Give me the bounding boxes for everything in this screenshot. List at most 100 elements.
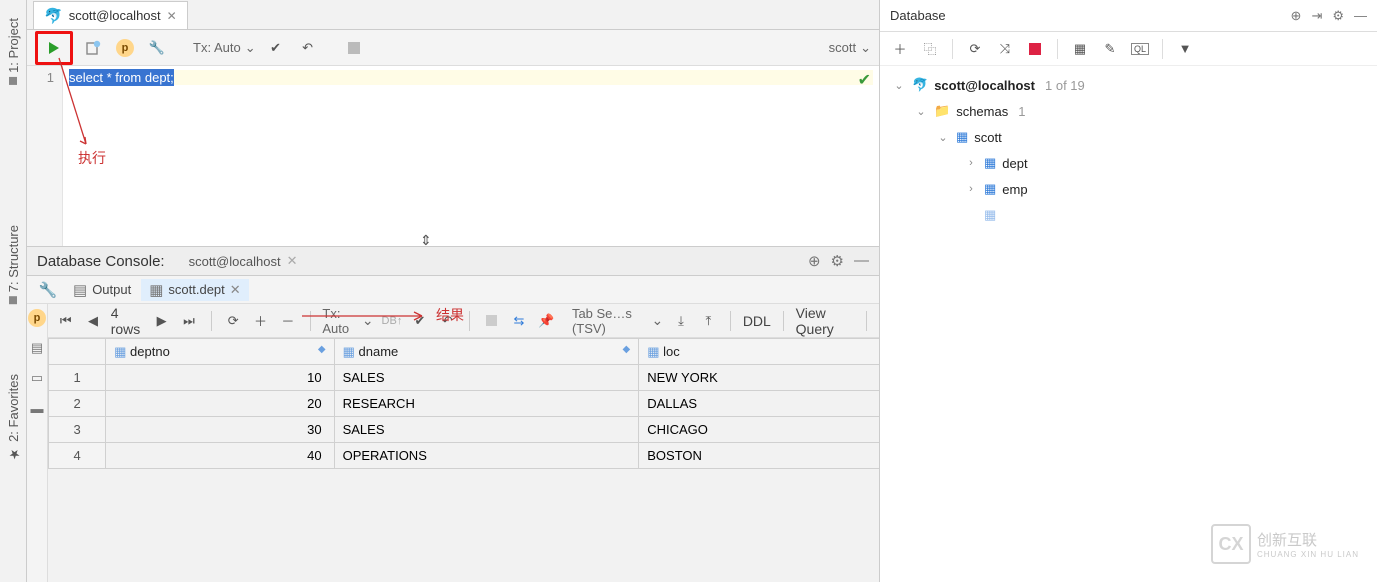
pin-icon[interactable]: ▬ <box>27 398 47 418</box>
rollback-button[interactable]: ↶ <box>296 36 320 60</box>
tree-table-dept[interactable]: ›▦ dept <box>884 150 1373 176</box>
hide-panel-icon[interactable]: — <box>854 252 869 270</box>
close-icon[interactable]: ✕ <box>230 282 241 298</box>
tree-schemas[interactable]: ⌄📁 schemas1 <box>884 98 1373 124</box>
refresh-button[interactable]: ⟳ <box>963 37 987 61</box>
tree-connection[interactable]: ⌄🐬 scott@localhost1 of 19 <box>884 72 1373 98</box>
console-button[interactable]: QL <box>1128 37 1152 61</box>
export-format-dropdown[interactable]: Tab Se…s (TSV) ⌄ <box>572 306 663 336</box>
tree-schema-scott[interactable]: ⌄▦ scott <box>884 124 1373 150</box>
settings-gear-icon[interactable]: ⚙ <box>1332 8 1344 24</box>
wrench-icon[interactable]: 🔧 <box>33 281 63 299</box>
database-panel-title: Database <box>890 8 946 23</box>
cell-loc[interactable]: BOSTON <box>639 443 906 469</box>
edit-button[interactable]: ✎ <box>1098 37 1122 61</box>
column-icon: ▦ <box>114 344 126 359</box>
next-page-button[interactable]: ▶ <box>152 309 171 333</box>
cell-dname[interactable]: RESEARCH <box>334 391 639 417</box>
settings-wrench-button[interactable]: 🔧 <box>145 36 169 60</box>
row-number: 3 <box>49 417 106 443</box>
cell-deptno[interactable]: 30 <box>106 417 334 443</box>
locate-icon[interactable]: ⊕ <box>808 252 821 270</box>
prev-page-button[interactable]: ◀ <box>83 309 102 333</box>
project-icon <box>9 77 17 85</box>
output-tab[interactable]: ▤Output <box>65 279 139 301</box>
cell-dname[interactable]: SALES <box>334 365 639 391</box>
table-view-button[interactable]: ▦ <box>1068 37 1092 61</box>
cell-loc[interactable]: CHICAGO <box>639 417 906 443</box>
watermark-logo-icon: CX <box>1211 524 1251 564</box>
sync-button[interactable]: ⤨ <box>993 37 1017 61</box>
database-tool-window: Database ⊕ ⇥ ⚙ — ＋ ⿻ ⟳ ⤨ ▦ ✎ QL ▼ ⌄🐬 sco… <box>879 0 1377 582</box>
remove-row-button[interactable]: － <box>278 309 297 333</box>
parameters-button[interactable]: p <box>27 308 47 328</box>
stop-button[interactable] <box>482 309 501 333</box>
editor-code[interactable]: select * from dept; ✔ <box>63 66 879 246</box>
close-icon[interactable]: ✕ <box>287 253 298 269</box>
console-connection-tab[interactable]: scott@localhost ✕ <box>179 251 308 271</box>
structure-tool-tab[interactable]: 7: Structure <box>6 225 21 304</box>
cell-deptno[interactable]: 10 <box>106 365 334 391</box>
filter-button[interactable]: ▼ <box>1173 37 1197 61</box>
parameters-button[interactable]: p <box>113 36 137 60</box>
commit-button[interactable]: ✔ <box>264 36 288 60</box>
hide-icon[interactable]: — <box>1354 8 1367 24</box>
ok-checkmark-icon: ✔ <box>858 70 871 90</box>
resize-handle-icon[interactable]: ⇕ <box>420 232 432 249</box>
layout-icon[interactable]: ▭ <box>27 368 47 388</box>
settings-gear-icon[interactable]: ⚙ <box>831 252 844 270</box>
editor-tab-console[interactable]: 🐬 scott@localhost ✕ <box>33 1 188 29</box>
result-table-tab[interactable]: ▦scott.dept ✕ <box>141 279 248 301</box>
explain-icon[interactable]: ▤ <box>27 338 47 358</box>
annotation-arrow-result <box>300 310 430 322</box>
tree-table-emp[interactable]: ›▦ emp <box>884 176 1373 202</box>
chevron-down-icon: ⌄ <box>914 105 928 118</box>
reload-button[interactable]: ⟳ <box>224 309 243 333</box>
stop-button[interactable] <box>342 36 366 60</box>
cell-dname[interactable]: SALES <box>334 417 639 443</box>
database-tree[interactable]: ⌄🐬 scott@localhost1 of 19 ⌄📁 schemas1 ⌄▦… <box>880 66 1377 234</box>
project-tool-tab[interactable]: 1: Project <box>6 18 21 85</box>
table-row[interactable]: 4 40 OPERATIONS BOSTON <box>49 443 906 469</box>
export-down-button[interactable]: ⤓ <box>671 309 690 333</box>
sql-editor[interactable]: 1 select * from dept; ✔ <box>27 66 879 246</box>
cell-loc[interactable]: DALLAS <box>639 391 906 417</box>
table-icon: ▦ <box>149 281 163 299</box>
table-row[interactable]: 1 10 SALES NEW YORK <box>49 365 906 391</box>
last-page-button[interactable]: ⏭ <box>179 309 198 333</box>
add-row-button[interactable]: ＋ <box>251 309 270 333</box>
tx-mode-dropdown[interactable]: Tx: Auto ⌄ <box>193 40 256 56</box>
stop-button[interactable] <box>1023 37 1047 61</box>
column-header-loc[interactable]: ▦ loc◆ <box>639 339 906 365</box>
locate-icon[interactable]: ⊕ <box>1291 8 1302 24</box>
cell-deptno[interactable]: 20 <box>106 391 334 417</box>
table-icon: ▦ <box>984 155 996 171</box>
duplicate-button[interactable]: ⿻ <box>918 37 942 61</box>
editor-tab-label: scott@localhost <box>69 8 161 23</box>
result-area: p ▤ ▭ ▬ ⏮ ◀ 4 rows ▶ ⏭ ⟳ ＋ － Tx: Auto ⌄ <box>27 304 879 582</box>
table-row[interactable]: 2 20 RESEARCH DALLAS <box>49 391 906 417</box>
tree-more[interactable]: ▦ <box>884 202 1373 228</box>
cell-deptno[interactable]: 40 <box>106 443 334 469</box>
cell-loc[interactable]: NEW YORK <box>639 365 906 391</box>
import-up-button[interactable]: ⤒ <box>699 309 718 333</box>
close-icon[interactable]: ✕ <box>167 9 177 23</box>
pin-button[interactable]: 📌 <box>537 309 556 333</box>
favorites-tool-tab[interactable]: ★2: Favorites <box>6 374 21 461</box>
cell-dname[interactable]: OPERATIONS <box>334 443 639 469</box>
output-icon: ▤ <box>73 281 87 299</box>
result-data-grid[interactable]: ▦ deptno◆ ▦ dname◆ ▦ loc◆ 1 10 SALES NEW… <box>48 338 906 469</box>
first-page-button[interactable]: ⏮ <box>56 309 75 333</box>
console-toolbar: p 🔧 Tx: Auto ⌄ ✔ ↶ scott ⌄ <box>27 30 879 66</box>
collapse-icon[interactable]: ⇥ <box>1311 8 1322 24</box>
view-query-button[interactable]: View Query <box>796 305 854 337</box>
compare-button[interactable]: ⇆ <box>509 309 528 333</box>
console-panel-header: Database Console: scott@localhost ✕ ⊕ ⚙ … <box>27 246 879 276</box>
table-row[interactable]: 3 30 SALES CHICAGO <box>49 417 906 443</box>
ddl-button[interactable]: DDL <box>743 313 771 329</box>
add-datasource-button[interactable]: ＋ <box>888 37 912 61</box>
column-header-dname[interactable]: ▦ dname◆ <box>334 339 639 365</box>
chevron-down-icon: ⌄ <box>860 40 871 56</box>
schema-dropdown[interactable]: scott ⌄ <box>829 40 871 56</box>
column-header-deptno[interactable]: ▦ deptno◆ <box>106 339 334 365</box>
